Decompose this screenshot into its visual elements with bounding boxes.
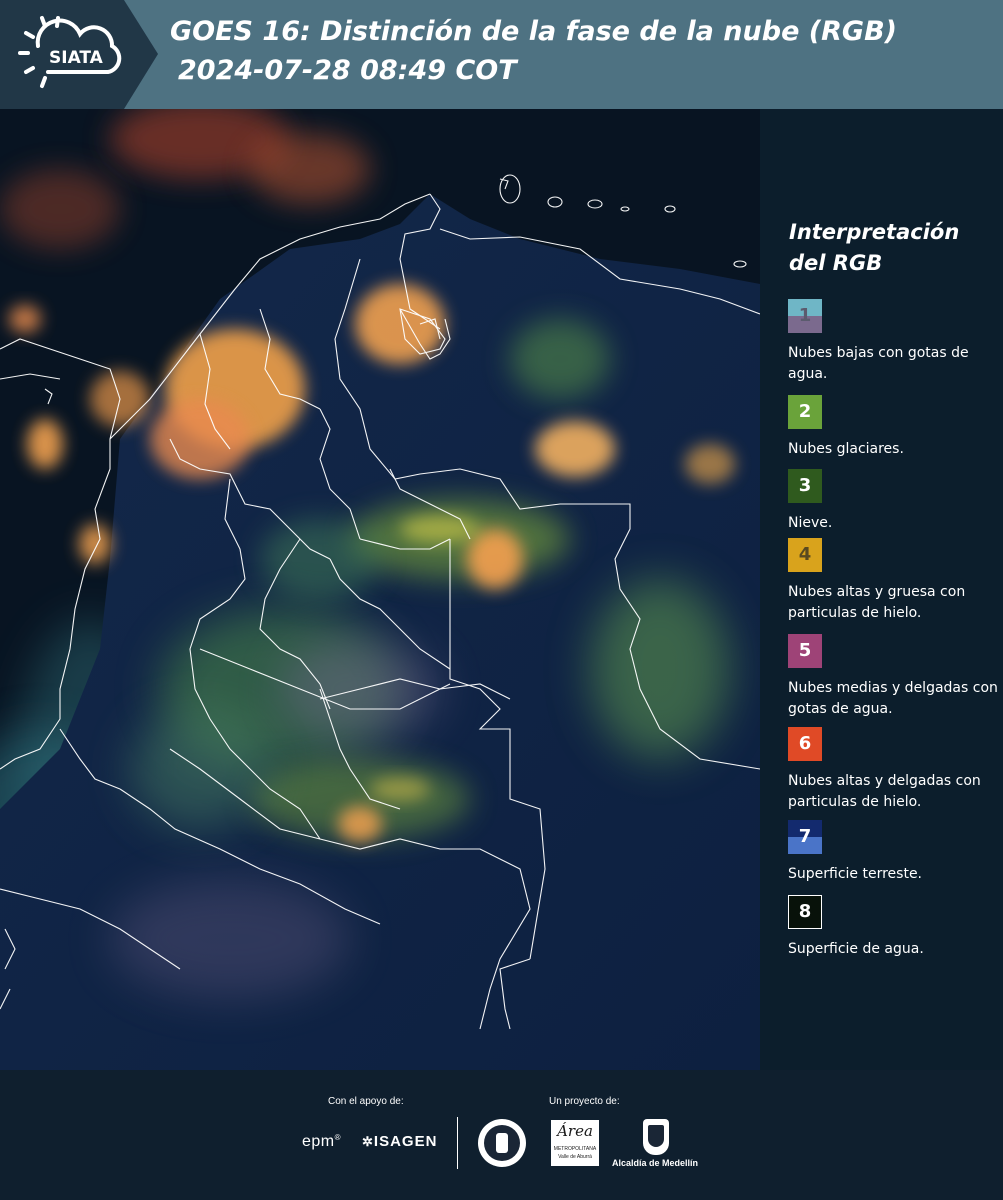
alcaldia-shield-icon [643, 1119, 669, 1155]
legend-item-5: 5 Nubes medias y delgadas con gotas de a… [788, 634, 1003, 720]
area-logo-sub1: METROPOLITANA [553, 1146, 597, 1152]
legend-number-1: 1 [798, 305, 812, 326]
siata-logo-text: SIATA [49, 48, 104, 68]
legend-item-3: 3 Nieve. [788, 469, 1003, 534]
legend-label-5: Nubes medias y delgadas con gotas de agu… [788, 680, 998, 717]
legend-number-8: 8 [798, 901, 812, 922]
isagen-icon: ✲ [362, 1134, 374, 1149]
isagen-logo: ✲ISAGEN [362, 1133, 437, 1150]
swatch-2: 2 [788, 395, 822, 429]
legend-label-2: Nubes glaciares. [788, 441, 904, 457]
area-logo-sub2: Valle de Aburrá [558, 1154, 592, 1160]
swatch-5: 5 [788, 634, 822, 668]
epm-logo: epm® [302, 1133, 342, 1150]
page-title: GOES 16: Distinción de la fase de la nub… [170, 16, 897, 47]
swatch-8: 8 [788, 895, 822, 929]
legend-number-2: 2 [798, 401, 812, 422]
isagen-logo-text: ISAGEN [373, 1133, 438, 1150]
seal-logo [478, 1119, 526, 1167]
legend-label-4: Nubes altas y gruesa con particulas de h… [788, 584, 966, 621]
legend-item-1: 1 Nubes bajas con gotas de agua. [788, 299, 1003, 385]
legend-label-3: Nieve. [788, 515, 833, 531]
swatch-3: 3 [788, 469, 822, 503]
support-label: Con el apoyo de: [328, 1096, 404, 1107]
siata-logo: SIATA [0, 0, 160, 109]
area-logo-text: Área [557, 1122, 593, 1140]
legend-label-6: Nubes altas y delgadas con particulas de… [788, 773, 981, 810]
legend-item-2: 2 Nubes glaciares. [788, 395, 1003, 460]
legend-item-7: 7 Superficie terreste. [788, 820, 1003, 885]
swatch-1: 1 [788, 299, 822, 333]
footer-divider [457, 1117, 458, 1169]
epm-logo-text: epm [302, 1133, 335, 1150]
area-metropolitana-logo: Área METROPOLITANA Valle de Aburrá [551, 1120, 599, 1166]
legend-number-3: 3 [798, 475, 812, 496]
legend-item-4: 4 Nubes altas y gruesa con particulas de… [788, 538, 1003, 624]
legend-title-line2: del RGB [789, 251, 883, 275]
legend-label-7: Superficie terreste. [788, 866, 923, 882]
footer: Con el apoyo de: Un proyecto de: epm® ✲I… [0, 1070, 1003, 1200]
swatch-6: 6 [788, 727, 822, 761]
legend-number-6: 6 [798, 733, 812, 754]
alcaldia-logo-text: Alcaldía de Medellín [612, 1158, 699, 1168]
legend-number-4: 4 [798, 544, 812, 565]
timestamp: 2024-07-28 08:49 COT [178, 55, 517, 86]
legend-item-8: 8 Superficie de agua. [788, 895, 1003, 960]
legend-title-line1: Interpretación [789, 220, 960, 244]
legend-title: Interpretación del RGB [789, 217, 989, 279]
header-bar: SIATA GOES 16: Distinción de la fase de … [0, 0, 1003, 109]
legend-number-5: 5 [798, 640, 812, 661]
legend-panel: Interpretación del RGB 1 Nubes bajas con… [760, 109, 1003, 1070]
swatch-7: 7 [788, 820, 822, 854]
legend-label-8: Superficie de agua. [788, 941, 924, 957]
satellite-map [0, 109, 760, 1070]
legend-label-1: Nubes bajas con gotas de agua. [788, 345, 969, 382]
project-label: Un proyecto de: [549, 1096, 620, 1107]
legend-number-7: 7 [798, 826, 812, 847]
swatch-4: 4 [788, 538, 822, 572]
legend-item-6: 6 Nubes altas y delgadas con particulas … [788, 727, 1003, 813]
